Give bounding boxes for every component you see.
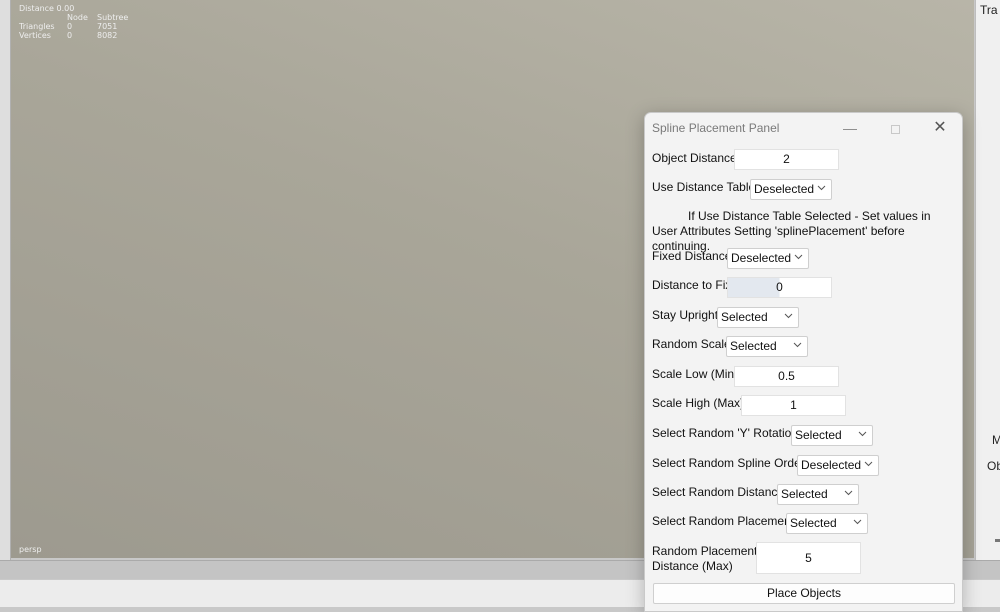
chevron-down-icon (864, 459, 873, 468)
distance-to-fix-label: Distance to Fix (652, 278, 732, 292)
hud-triangles-subtree: 7051 (97, 22, 118, 31)
maximize-icon (890, 124, 900, 134)
hud-vertices-label: Vertices (19, 31, 51, 40)
hud-distance: Distance 0.00 (19, 4, 75, 13)
hud-vertices-subtree: 8082 (97, 31, 118, 40)
close-icon: ✕ (933, 119, 947, 136)
use-distance-table-value: Deselected (754, 182, 815, 196)
place-objects-button[interactable]: Place Objects (653, 583, 955, 604)
dialog-titlebar[interactable]: Spline Placement Panel — ✕ (645, 113, 962, 143)
random-placement-distance-label-1: Random Placement (652, 544, 758, 558)
fixed-distance-dropdown[interactable]: Deselected (727, 248, 809, 269)
use-distance-table-dropdown[interactable]: Deselected (750, 179, 832, 200)
random-spline-order-value: Deselected (801, 458, 862, 472)
left-panel-edge (0, 0, 11, 560)
random-placement-dropdown[interactable]: Selected (786, 513, 868, 534)
random-distance-value: Selected (781, 487, 828, 501)
stay-upright-value: Selected (721, 310, 768, 324)
chevron-down-icon (844, 488, 853, 497)
stay-upright-label: Stay Upright (652, 308, 719, 322)
chevron-down-icon (793, 340, 802, 349)
scale-low-input[interactable]: 0.5 (734, 366, 839, 387)
note-line-1: If Use Distance Table Selected - Set val… (688, 209, 931, 223)
scale-high-label: Scale High (Max) (652, 396, 745, 410)
camera-label: persp (19, 545, 42, 554)
dialog-title: Spline Placement Panel (652, 121, 780, 135)
random-placement-distance-label-2: Distance (Max) (652, 559, 733, 573)
hud-triangles-node: 0 (67, 22, 73, 31)
object-distance-label: Object Distance (652, 151, 737, 165)
right-side-panel: Tra M Ob (975, 0, 1000, 560)
random-spline-order-label: Select Random Spline Order (652, 456, 805, 470)
hud-header-node: Node (67, 13, 88, 22)
scale-low-label: Scale Low (Min) (652, 367, 739, 381)
chevron-down-icon (794, 252, 803, 261)
chevron-down-icon (858, 429, 867, 438)
random-scale-dropdown[interactable]: Selected (726, 336, 808, 357)
object-distance-input[interactable]: 2 (734, 149, 839, 170)
distance-to-fix-input[interactable]: 0 (727, 277, 832, 298)
chevron-down-icon (817, 183, 826, 192)
spline-placement-dialog: Spline Placement Panel — ✕ Object Distan… (644, 112, 963, 612)
stay-upright-dropdown[interactable]: Selected (717, 307, 799, 328)
chevron-down-icon (784, 311, 793, 320)
random-y-rotation-label: Select Random 'Y' Rotation (652, 426, 798, 440)
random-distance-label: Select Random Distance (652, 485, 785, 499)
random-placement-label: Select Random Placement (652, 514, 795, 528)
use-distance-table-label: Use Distance Table (652, 180, 756, 194)
close-button[interactable]: ✕ (920, 116, 960, 140)
maximize-button[interactable] (875, 116, 915, 140)
random-placement-distance-input[interactable]: 5 (756, 542, 861, 574)
random-scale-value: Selected (730, 339, 777, 353)
right-panel-label-m: M (992, 433, 1000, 447)
right-panel-label-ob: Ob (987, 459, 1000, 473)
random-placement-value: Selected (790, 516, 837, 530)
random-y-rotation-dropdown[interactable]: Selected (791, 425, 873, 446)
hud-triangles-label: Triangles (19, 22, 55, 31)
fixed-distance-value: Deselected (731, 251, 792, 265)
random-scale-label: Random Scale (652, 337, 731, 351)
right-panel-tab[interactable]: Tra (980, 3, 998, 17)
scale-high-input[interactable]: 1 (741, 395, 846, 416)
right-panel-handle[interactable] (995, 539, 1000, 542)
random-distance-dropdown[interactable]: Selected (777, 484, 859, 505)
minimize-button[interactable]: — (830, 116, 870, 140)
hud-header-subtree: Subtree (97, 13, 129, 22)
random-y-rotation-value: Selected (795, 428, 842, 442)
random-spline-order-dropdown[interactable]: Deselected (797, 455, 879, 476)
heads-up-display: Distance 0.00 Node Subtree Triangles 0 7051… (19, 4, 128, 40)
chevron-down-icon (853, 517, 862, 526)
hud-vertices-node: 0 (67, 31, 73, 40)
fixed-distance-label: Fixed Distance (652, 249, 732, 263)
